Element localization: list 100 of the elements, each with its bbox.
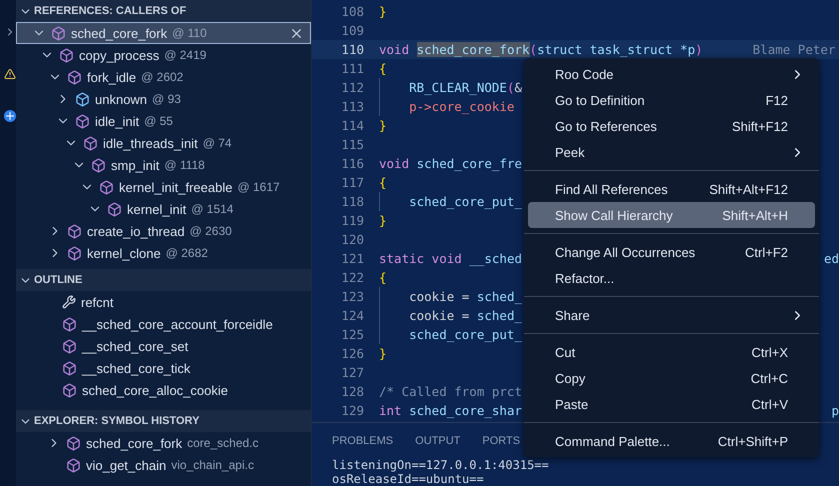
cube-icon bbox=[75, 114, 90, 128]
caller-item[interactable]: fork_idle @ 2602 bbox=[16, 66, 311, 88]
caller-item[interactable]: kernel_init_freeable @ 1617 bbox=[16, 176, 311, 198]
line-number: 115 bbox=[340, 137, 364, 152]
symbol-name: vio_get_chain bbox=[86, 458, 166, 472]
caller-item[interactable]: idle_threads_init @ 74 bbox=[16, 132, 311, 154]
history-item[interactable]: sched_core_fork core_sched.c bbox=[16, 432, 311, 454]
line-number: 110 bbox=[340, 42, 364, 57]
plus-icon bbox=[4, 110, 16, 122]
caller-item[interactable]: sched_core_fork @ 110 bbox=[16, 22, 311, 44]
code-fragment: p bbox=[831, 403, 839, 418]
outline-item[interactable]: __sched_core_account_forceidle bbox=[16, 313, 311, 335]
line-number: @ 2602 bbox=[141, 70, 184, 84]
line-number: @ 2682 bbox=[166, 246, 208, 260]
wrench-icon bbox=[62, 295, 76, 309]
code-line: cookie = sched_ bbox=[379, 306, 522, 325]
code-fragment: ed bbox=[824, 251, 839, 266]
panel-tab[interactable]: OUTPUT bbox=[415, 434, 460, 446]
caller-name: copy_process bbox=[79, 48, 160, 62]
caller-item[interactable]: smp_init @ 1118 bbox=[16, 154, 311, 176]
line-number: 116 bbox=[340, 156, 364, 171]
line-number: 117 bbox=[340, 175, 364, 190]
line-number: 128 bbox=[340, 384, 364, 399]
line-number: @ 93 bbox=[152, 92, 181, 106]
menu-item[interactable]: Cut Ctrl+X bbox=[528, 339, 815, 365]
caller-name: idle_threads_init bbox=[103, 136, 198, 150]
menu-item[interactable]: Paste Ctrl+V bbox=[528, 391, 815, 417]
line-number: @ 55 bbox=[144, 114, 173, 128]
code-line: cookie = sched_ bbox=[379, 287, 522, 306]
section-header[interactable]: OUTLINE bbox=[16, 269, 311, 291]
code-line: void sched_core_fre bbox=[379, 155, 522, 173]
code-line: { bbox=[379, 174, 387, 192]
symbol-name: sched_core_fork bbox=[86, 436, 182, 450]
cube-icon bbox=[67, 70, 82, 84]
cube-icon bbox=[62, 382, 77, 398]
caller-name: kernel_init bbox=[127, 202, 186, 216]
menu-item[interactable]: Share bbox=[528, 302, 815, 328]
code-line: static void __sched bbox=[379, 250, 522, 268]
caller-item[interactable]: kernel_init @ 1514 bbox=[16, 198, 311, 220]
caller-name: kernel_clone bbox=[87, 246, 161, 260]
menu-item[interactable]: Copy Ctrl+C bbox=[528, 365, 815, 391]
line-number: 122 bbox=[340, 270, 364, 285]
menu-item[interactable]: Show Call Hierarchy Shift+Alt+H bbox=[528, 202, 815, 228]
outline-item[interactable]: __sched_core_set bbox=[16, 335, 311, 357]
cube-icon bbox=[83, 136, 98, 150]
output-line: listeningOn==127.0.0.1:40315== bbox=[332, 458, 550, 472]
caller-name: unknown bbox=[95, 92, 148, 106]
code-line: } bbox=[379, 117, 387, 135]
output-line: osReleaseId==ubuntu== bbox=[332, 472, 485, 486]
history-item[interactable]: vio_get_chain vio_chain_api.c bbox=[16, 454, 311, 476]
code-line: { bbox=[379, 60, 387, 78]
caller-item[interactable]: unknown @ 93 bbox=[16, 88, 311, 110]
outline-item[interactable]: __sched_core_tick bbox=[16, 357, 311, 379]
section-title: EXPLORER: SYMBOL HISTORY bbox=[34, 415, 200, 427]
code-line: sched_core_put_ bbox=[379, 192, 522, 211]
symbol-name: __sched_core_account_forceidle bbox=[82, 316, 273, 332]
menu-item[interactable]: Refactor... bbox=[528, 265, 815, 291]
menu-item[interactable]: Peek bbox=[528, 139, 815, 165]
file-name: vio_chain_api.c bbox=[171, 458, 254, 472]
line-number: 109 bbox=[340, 23, 364, 38]
section-header[interactable]: REFERENCES: CALLERS OF bbox=[16, 0, 311, 22]
code-line: } bbox=[379, 345, 387, 363]
line-number: 113 bbox=[340, 99, 364, 114]
symbol-name: __sched_core_set bbox=[82, 338, 188, 354]
cube-icon bbox=[107, 202, 122, 216]
menu-item[interactable]: Command Palette... Ctrl+Shift+P bbox=[528, 428, 815, 454]
cube-icon bbox=[59, 48, 74, 62]
caller-item[interactable]: create_io_thread @ 2630 bbox=[16, 220, 311, 242]
caller-item[interactable]: copy_process @ 2419 bbox=[16, 44, 311, 66]
warning-icon bbox=[4, 68, 16, 80]
cube-icon bbox=[99, 180, 114, 194]
line-number: 111 bbox=[340, 61, 364, 76]
cube-icon bbox=[67, 246, 82, 260]
caller-item[interactable]: idle_init @ 55 bbox=[16, 110, 311, 132]
outline-item[interactable]: sched_core_alloc_cookie bbox=[16, 379, 311, 401]
caller-item[interactable]: kernel_clone @ 2682 bbox=[16, 242, 311, 264]
code-line: } bbox=[379, 3, 387, 21]
section-title: OUTLINE bbox=[34, 274, 82, 286]
outline-item[interactable]: refcnt bbox=[16, 291, 311, 313]
line-number: 123 bbox=[340, 289, 364, 304]
panel-tab[interactable]: PORTS bbox=[482, 434, 520, 446]
symbol-name: refcnt bbox=[81, 294, 114, 310]
section-header[interactable]: EXPLORER: SYMBOL HISTORY bbox=[16, 410, 311, 432]
cube-icon bbox=[67, 224, 82, 238]
symbol-name: __sched_core_tick bbox=[82, 360, 190, 376]
caller-name: smp_init bbox=[111, 158, 160, 172]
menu-item[interactable]: Change All Occurrences Ctrl+F2 bbox=[528, 239, 815, 265]
menu-item[interactable]: Go to References Shift+F12 bbox=[528, 113, 815, 139]
caller-name: create_io_thread bbox=[87, 224, 185, 238]
code-line: int sched_core_shar bbox=[379, 402, 522, 420]
panel-tab[interactable]: PROBLEMS bbox=[332, 434, 394, 446]
code-line: { bbox=[379, 269, 387, 287]
line-number: 129 bbox=[340, 403, 364, 418]
line-number: @ 1617 bbox=[237, 180, 280, 194]
menu-item[interactable]: Find All References Shift+Alt+F12 bbox=[528, 176, 815, 202]
cube-icon bbox=[51, 26, 66, 40]
caller-name: kernel_init_freeable bbox=[119, 180, 232, 194]
menu-item[interactable]: Roo Code bbox=[528, 61, 815, 87]
line-number: @ 1514 bbox=[191, 202, 234, 216]
menu-item[interactable]: Go to Definition F12 bbox=[528, 87, 815, 113]
